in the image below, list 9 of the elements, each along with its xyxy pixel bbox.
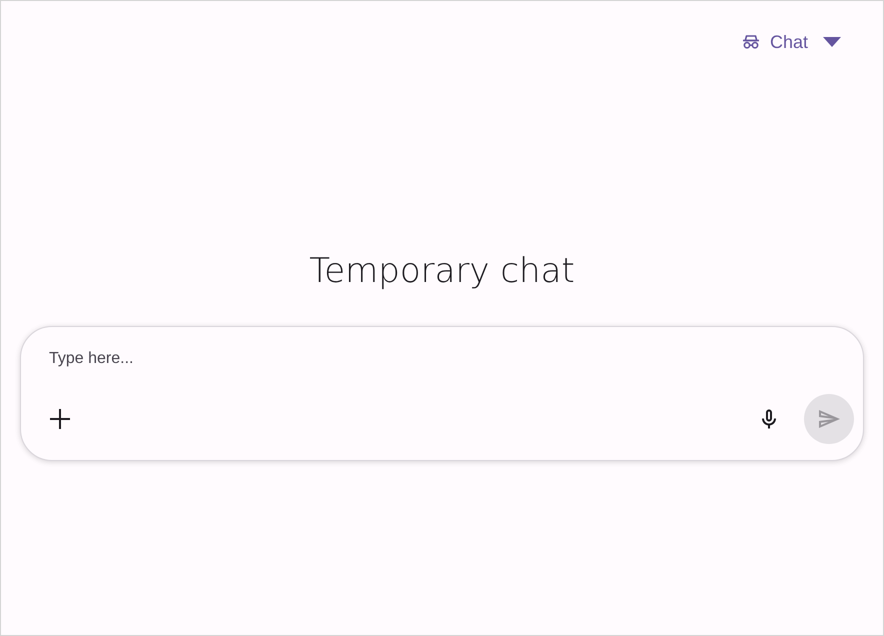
send-icon <box>818 410 840 428</box>
page-title: Temporary chat <box>309 250 575 293</box>
caret-icon <box>823 37 841 47</box>
incognito-icon <box>742 35 760 49</box>
plus-icon <box>50 409 70 429</box>
microphone-icon <box>762 409 776 429</box>
message-input[interactable]: Type here... <box>47 347 347 371</box>
chat-mode-dropdown[interactable]: Chat <box>732 23 851 61</box>
chat-mode-label: Chat <box>770 33 808 51</box>
